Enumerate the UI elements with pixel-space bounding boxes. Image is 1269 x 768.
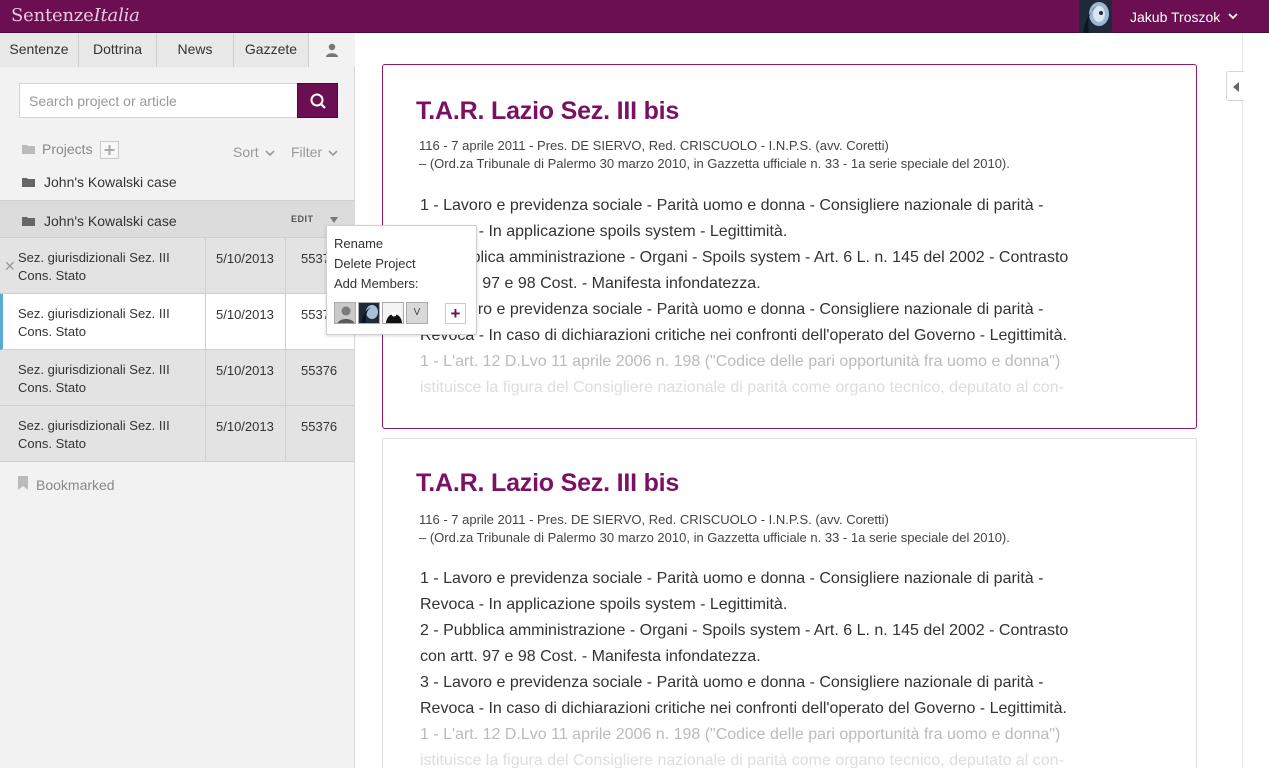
article-line: Revoca - In caso di dichiarazioni critic… [420,327,1067,344]
row-date: 5/10/2013 [205,406,285,461]
row-date: 5/10/2013 [205,350,285,405]
avatar-icon [335,303,355,323]
avatar-icon [359,303,379,323]
article-line: con artt. 97 e 98 Cost. - Manifesta info… [420,275,761,292]
filter-dropdown[interactable]: Filter [291,144,338,160]
member-avatar[interactable] [382,302,404,324]
article-meta: – (Ord.za Tribunale di Palermo 30 marzo … [419,530,1010,545]
project-item[interactable]: John's Kowalski case [44,174,177,190]
article-meta: – (Ord.za Tribunale di Palermo 30 marzo … [419,156,1010,171]
collapse-panel-button[interactable] [1226,71,1244,101]
add-member-button[interactable]: + [445,303,466,324]
logo-italic: Italia [93,5,140,26]
article-line: istituisce la figura del Consigliere naz… [420,379,1064,396]
sort-dropdown[interactable]: Sort [233,144,275,160]
row-code: 55376 [285,406,354,461]
article-line: 2 - Pubblica amministrazione - Organi - … [420,249,1069,266]
article-line: 3 - Lavoro e previdenza sociale - Parità… [420,674,1044,691]
folder-icon [22,145,35,154]
article-line: istituisce la figura del Consigliere naz… [420,752,1064,768]
project-item[interactable]: John's Kowalski case [44,213,177,229]
search-icon [310,93,326,109]
folder-icon [22,178,35,187]
avatar-image-icon [1079,0,1112,33]
delete-project-menu-item[interactable]: Delete Project [334,256,416,271]
bookmarked-link[interactable]: Bookmarked [36,477,115,493]
search-button[interactable] [297,83,338,118]
chevron-down-icon[interactable] [1228,11,1238,21]
row-date: 5/10/2013 [205,238,285,293]
top-bar: SentenzeItalia Jakub Troszok [0,0,1269,33]
article-line: Revoca - In applicazione spoils system -… [420,223,788,240]
article-line: 1 - L'art. 12 D.Lvo 11 aprile 2006 n. 19… [420,353,1061,370]
tab-news[interactable]: News [157,33,234,67]
caret-left-icon [1233,82,1239,92]
article-body: 1 - Lavoro e previdenza sociale - Parità… [420,193,1170,401]
article-meta: 116 - 7 aprile 2011 - Pres. DE SIERVO, R… [419,138,889,153]
chevron-down-icon [265,150,275,157]
tab-dottrina[interactable]: Dottrina [79,33,157,67]
projects-label: Projects [42,141,93,157]
logo-plain: Sentenze [11,5,94,26]
row-title: Sez. giurisdizionali Sez. III Cons. Stat… [18,362,170,395]
table-row[interactable]: Sez. giurisdizionali Sez. III Cons. Stat… [0,294,354,350]
chevron-down-icon [328,150,338,157]
rename-menu-item[interactable]: Rename [334,236,383,251]
bookmark-icon [18,476,28,490]
article-line: Revoca - In caso di dichiarazioni critic… [420,700,1067,717]
left-panel: Sentenze Dottrina News Gazzete Projects … [0,33,355,768]
article-line: 1 - L'art. 12 D.Lvo 11 aprile 2006 n. 19… [420,726,1061,743]
tab-sentenze[interactable]: Sentenze [0,33,79,67]
row-title: Sez. giurisdizionali Sez. III Cons. Stat… [18,306,170,339]
article-card[interactable]: T.A.R. Lazio Sez. III bis 116 - 7 aprile… [382,64,1197,429]
filter-label: Filter [291,144,323,160]
row-title: Sez. giurisdizionali Sez. III Cons. Stat… [18,250,170,283]
tab-bar: Sentenze Dottrina News Gazzete [0,33,355,67]
edit-button[interactable]: EDIT [291,214,314,224]
user-icon [326,43,338,57]
article-line: 2 - Pubblica amministrazione - Organi - … [420,622,1069,639]
row-title: Sez. giurisdizionali Sez. III Cons. Stat… [18,418,170,451]
add-members-label: Add Members: [334,276,419,291]
tab-gazzete[interactable]: Gazzete [234,33,309,67]
article-body: 1 - Lavoro e previdenza sociale - Parità… [420,566,1170,768]
search-input[interactable] [20,84,298,117]
tab-user[interactable] [309,33,355,67]
article-title[interactable]: T.A.R. Lazio Sez. III bis [416,97,679,126]
article-title[interactable]: T.A.R. Lazio Sez. III bis [416,469,679,498]
row-date: 5/10/2013 [205,294,285,349]
article-meta: 116 - 7 aprile 2011 - Pres. DE SIERVO, R… [419,512,889,527]
avatar-icon [383,303,403,323]
folder-icon [22,217,35,226]
panel-divider [1242,33,1243,768]
user-name[interactable]: Jakub Troszok [1130,9,1220,25]
member-avatar-initial[interactable]: V [406,302,428,324]
table-row[interactable]: ✕ Sez. giurisdizionali Sez. III Cons. St… [0,238,354,294]
sort-label: Sort [233,144,259,160]
plus-icon [104,145,115,155]
member-avatar[interactable] [334,302,356,324]
app-logo[interactable]: SentenzeItalia [11,5,140,26]
article-line: Revoca - In applicazione spoils system -… [420,596,788,613]
project-options-menu: Rename Delete Project Add Members: V + [326,225,477,335]
article-line: 1 - Lavoro e previdenza sociale - Parità… [420,197,1044,214]
search-box [19,83,298,118]
caret-down-icon[interactable] [330,217,338,223]
user-avatar[interactable] [1079,0,1112,33]
article-card[interactable]: T.A.R. Lazio Sez. III bis 116 - 7 aprile… [382,438,1197,768]
table-row[interactable]: Sez. giurisdizionali Sez. III Cons. Stat… [0,350,354,406]
article-line: 1 - Lavoro e previdenza sociale - Parità… [420,570,1044,587]
member-avatar[interactable] [358,302,380,324]
article-line: con artt. 97 e 98 Cost. - Manifesta info… [420,648,761,665]
close-icon[interactable]: ✕ [4,259,16,273]
table-row[interactable]: Sez. giurisdizionali Sez. III Cons. Stat… [0,406,354,462]
add-project-button[interactable] [100,141,119,159]
article-line: 3 - Lavoro e previdenza sociale - Parità… [420,301,1044,318]
row-code: 55376 [285,350,354,405]
